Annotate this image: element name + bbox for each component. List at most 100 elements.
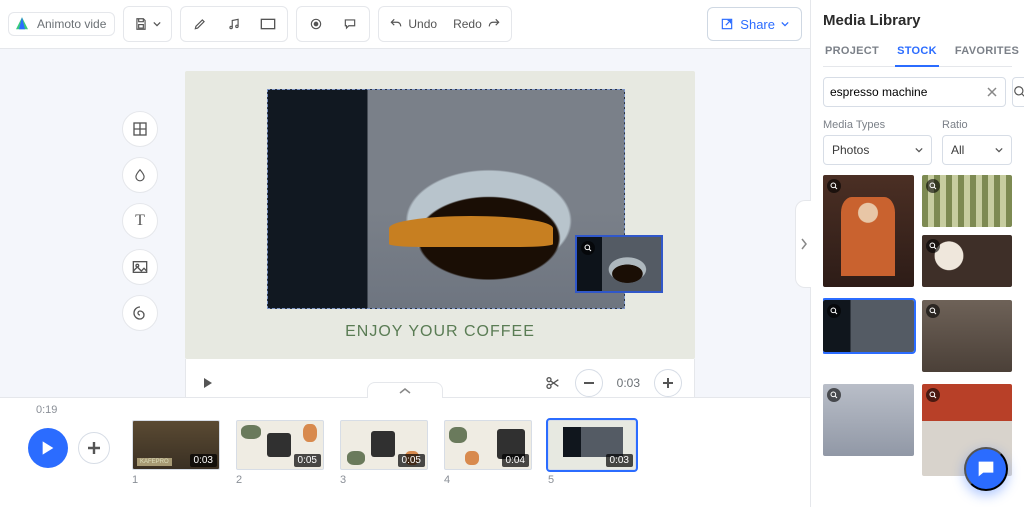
audio-button[interactable]	[217, 9, 251, 39]
slide-strip: KAFEPRO0:03 1 0:05 2 0:05 3	[124, 420, 636, 486]
record-button[interactable]	[299, 9, 333, 39]
slide-thumb[interactable]: 0:03	[548, 420, 636, 470]
save-menu-button[interactable]	[126, 9, 169, 39]
filter-label: Ratio	[942, 119, 1012, 131]
sidebar-collapse-handle[interactable]	[795, 200, 811, 288]
zoom-out-button[interactable]	[575, 369, 603, 397]
slide[interactable]: KAFEPRO0:03 1	[132, 420, 220, 486]
filter-label: Media Types	[823, 119, 932, 131]
music-icon	[227, 17, 241, 31]
stock-result[interactable]	[922, 300, 1013, 372]
comment-button[interactable]	[333, 9, 367, 39]
brand: Animoto vide	[11, 15, 112, 33]
search-button[interactable]	[1012, 77, 1024, 107]
search-box[interactable]	[823, 77, 1006, 107]
layout-tool[interactable]	[122, 111, 158, 147]
undo-label: Undo	[408, 17, 437, 31]
stock-result[interactable]	[922, 175, 1013, 227]
result-zoom-icon[interactable]	[926, 304, 940, 318]
caret-down-icon	[915, 146, 923, 154]
canvas-container: ENJOY YOUR COFFEE 0:03	[185, 71, 695, 397]
slide-thumb[interactable]: 0:04	[444, 420, 532, 470]
search-icon	[1013, 85, 1024, 99]
stock-result[interactable]	[823, 300, 914, 352]
comment-icon	[343, 17, 357, 31]
slide[interactable]: 0:05 3	[340, 420, 428, 486]
slide-index: 4	[444, 474, 532, 486]
slide-duration: 0:04	[502, 454, 529, 467]
canvas-play-button[interactable]	[198, 368, 218, 398]
slide[interactable]: 0:03 5	[548, 420, 636, 486]
save-icon	[134, 17, 148, 31]
slide-index: 1	[132, 474, 220, 486]
result-zoom-icon[interactable]	[827, 304, 841, 318]
swirl-icon	[132, 305, 148, 321]
zoom-in-button[interactable]	[654, 369, 682, 397]
slide-thumb[interactable]: 0:05	[236, 420, 324, 470]
text-tool[interactable]: T	[122, 203, 158, 239]
slide-duration: 0:03	[606, 454, 633, 467]
chevron-right-icon	[800, 238, 808, 250]
filter-ratio: Ratio All	[942, 119, 1012, 165]
stock-result[interactable]	[823, 175, 914, 287]
share-button[interactable]: Share	[707, 7, 802, 41]
slide[interactable]: 0:05 2	[236, 420, 324, 486]
support-chat-button[interactable]	[964, 447, 1008, 491]
image-tool[interactable]	[122, 249, 158, 285]
undo-button[interactable]: Undo	[381, 9, 445, 39]
redo-button[interactable]: Redo	[445, 9, 509, 39]
stock-result[interactable]	[922, 235, 1013, 287]
result-zoom-icon[interactable]	[926, 388, 940, 402]
ratio-select[interactable]: All	[942, 135, 1012, 165]
canvas-media-frame[interactable]	[267, 89, 625, 309]
canvas[interactable]: ENJOY YOUR COFFEE	[185, 71, 695, 359]
plus-icon	[88, 442, 100, 454]
aspect-icon	[260, 18, 276, 30]
result-zoom-icon[interactable]	[827, 179, 841, 193]
plus-icon	[663, 378, 673, 388]
pip-zoom-icon[interactable]	[581, 241, 595, 255]
canvas-media-background	[268, 90, 624, 308]
tab-project[interactable]: PROJECT	[823, 39, 881, 66]
tab-stock[interactable]: STOCK	[895, 39, 939, 67]
animation-tool[interactable]	[122, 295, 158, 331]
canvas-caption[interactable]: ENJOY YOUR COFFEE	[185, 323, 695, 341]
slide-thumb[interactable]: 0:05	[340, 420, 428, 470]
timeline-toggle[interactable]	[367, 382, 443, 398]
search-input[interactable]	[830, 85, 985, 99]
canvas-time: 0:03	[613, 376, 644, 390]
text-icon: T	[135, 212, 145, 230]
chat-icon	[975, 458, 997, 480]
result-zoom-icon[interactable]	[926, 179, 940, 193]
slide-index: 3	[340, 474, 428, 486]
clear-search-icon[interactable]	[985, 87, 999, 97]
slide-duration: 0:05	[294, 454, 321, 467]
brand-logo-icon	[13, 15, 31, 33]
tab-favorites[interactable]: FAVORITES	[953, 39, 1021, 66]
trim-button[interactable]	[541, 368, 565, 398]
slide-thumb[interactable]: KAFEPRO0:03	[132, 420, 220, 470]
redo-label: Redo	[453, 17, 482, 31]
slide-index: 5	[548, 474, 636, 486]
caret-down-icon	[995, 146, 1003, 154]
color-tool[interactable]	[122, 157, 158, 193]
slide[interactable]: 0:04 4	[444, 420, 532, 486]
pencil-icon	[193, 17, 207, 31]
canvas-pip-preview[interactable]	[575, 235, 663, 293]
media-types-select[interactable]: Photos	[823, 135, 932, 165]
design-button[interactable]	[183, 9, 217, 39]
add-slide-button[interactable]	[78, 432, 110, 464]
ratio-value: All	[951, 143, 964, 157]
share-icon	[720, 17, 734, 31]
media-types-value: Photos	[832, 143, 869, 157]
timeline-play-button[interactable]	[28, 428, 68, 468]
project-name: Animoto vide	[37, 17, 106, 31]
caret-down-icon	[153, 20, 161, 28]
result-zoom-icon[interactable]	[827, 388, 841, 402]
slide-index: 2	[236, 474, 324, 486]
result-zoom-icon[interactable]	[926, 239, 940, 253]
share-label: Share	[740, 17, 775, 32]
stock-result[interactable]	[823, 384, 914, 456]
aspect-button[interactable]	[251, 9, 285, 39]
minus-icon	[584, 382, 594, 384]
